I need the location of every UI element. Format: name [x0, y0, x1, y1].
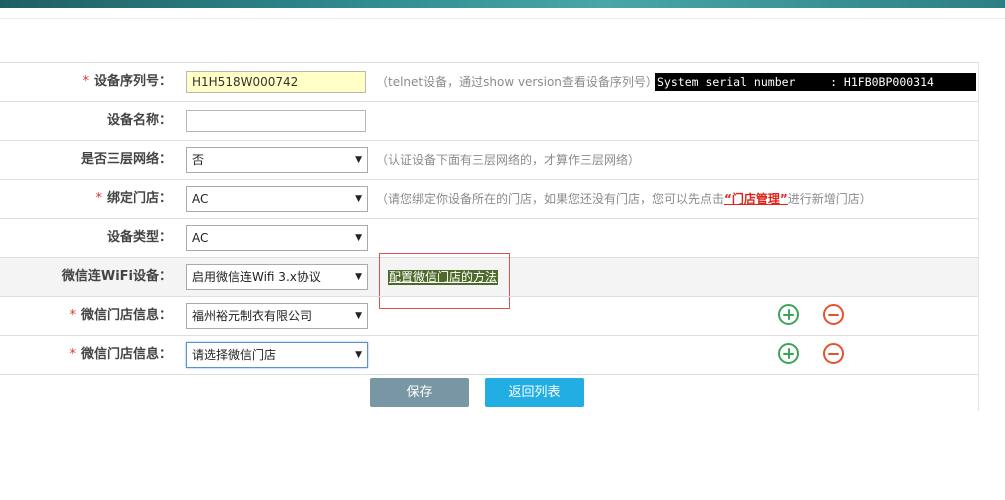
device-name-row: 设备名称： — [0, 101, 978, 140]
wechat-store-select[interactable]: 请选择微信门店 ▼ — [186, 342, 368, 368]
device-name-input[interactable] — [186, 110, 366, 132]
wechat-wifi-row: 微信连WiFi设备： 启用微信连Wifi 3.x协议 ▼ 配置微信门店的方法 — [0, 253, 978, 309]
minus-circle-icon[interactable] — [823, 304, 844, 325]
required-mark: * — [69, 308, 76, 323]
layer3-label: 是否三层网络： — [80, 152, 172, 167]
chevron-down-icon: ▼ — [355, 311, 362, 321]
layer3-hint: （认证设备下面有三层网络的，才算作三层网络） — [376, 153, 641, 167]
bind-store-row: * 绑定门店： AC ▼ （请您绑定你设备所在的门店，如果您还没有门店，您可以先点击… — [0, 179, 978, 218]
chevron-down-icon: ▼ — [355, 194, 362, 204]
action-bar: 保存 返回列表 — [0, 375, 978, 411]
layer3-select[interactable]: 否 ▼ — [186, 147, 368, 173]
device-type-select[interactable]: AC ▼ — [186, 225, 368, 251]
chevron-down-icon: ▼ — [355, 155, 362, 165]
wechat-store-howto-link[interactable]: 配置微信门店的方法 — [388, 270, 499, 285]
wechat-store-row: * 微信门店信息： 请选择微信门店 ▼ — [0, 335, 978, 375]
plus-circle-icon[interactable] — [778, 343, 799, 364]
chevron-down-icon: ▼ — [355, 272, 362, 282]
minus-circle-icon[interactable] — [823, 343, 844, 364]
bind-store-select[interactable]: AC ▼ — [186, 186, 368, 212]
bind-store-label: * 绑定门店： — [95, 191, 172, 206]
device-name-label: 设备名称： — [106, 113, 172, 128]
top-banner — [0, 0, 1005, 8]
wechat-wifi-select[interactable]: 启用微信连Wifi 3.x协议 ▼ — [186, 264, 368, 290]
serial-terminal-snippet: System serial number : H1FB0BP000314 — [655, 73, 976, 91]
wechat-wifi-label: 微信连WiFi设备： — [61, 269, 172, 284]
wechat-store-label: * 微信门店信息： — [69, 347, 172, 362]
save-button[interactable]: 保存 — [370, 378, 469, 407]
serial-row: * 设备序列号： H1H518W000742 （telnet设备，通过show v… — [0, 62, 978, 101]
store-management-link[interactable]: “门店管理” — [724, 192, 788, 206]
serial-hint: （telnet设备，通过show version查看设备序列号） — [376, 75, 658, 89]
required-mark: * — [95, 191, 102, 206]
serial-input[interactable]: H1H518W000742 — [186, 71, 366, 93]
device-type-row: 设备类型： AC ▼ — [0, 218, 978, 257]
plus-circle-icon[interactable] — [778, 304, 799, 325]
required-mark: * — [82, 74, 89, 89]
required-mark: * — [69, 347, 76, 362]
serial-label: * 设备序列号： — [82, 74, 172, 89]
wechat-store-select[interactable]: 福州裕元制衣有限公司 ▼ — [186, 303, 368, 329]
chevron-down-icon: ▼ — [355, 233, 362, 243]
bind-store-hint: （请您绑定你设备所在的门店，如果您还没有门店，您可以先点击“门店管理”进行新增门… — [376, 192, 872, 206]
wechat-store-row: * 微信门店信息： 福州裕元制衣有限公司 ▼ — [0, 296, 978, 335]
layer3-row: 是否三层网络： 否 ▼ （认证设备下面有三层网络的，才算作三层网络） — [0, 140, 978, 179]
back-to-list-button[interactable]: 返回列表 — [485, 378, 584, 407]
chevron-down-icon: ▼ — [355, 350, 362, 360]
divider — [0, 18, 1005, 19]
device-form: * 设备序列号： H1H518W000742 （telnet设备，通过show v… — [0, 62, 979, 411]
device-type-label: 设备类型： — [106, 230, 172, 245]
wechat-store-label: * 微信门店信息： — [69, 308, 172, 323]
